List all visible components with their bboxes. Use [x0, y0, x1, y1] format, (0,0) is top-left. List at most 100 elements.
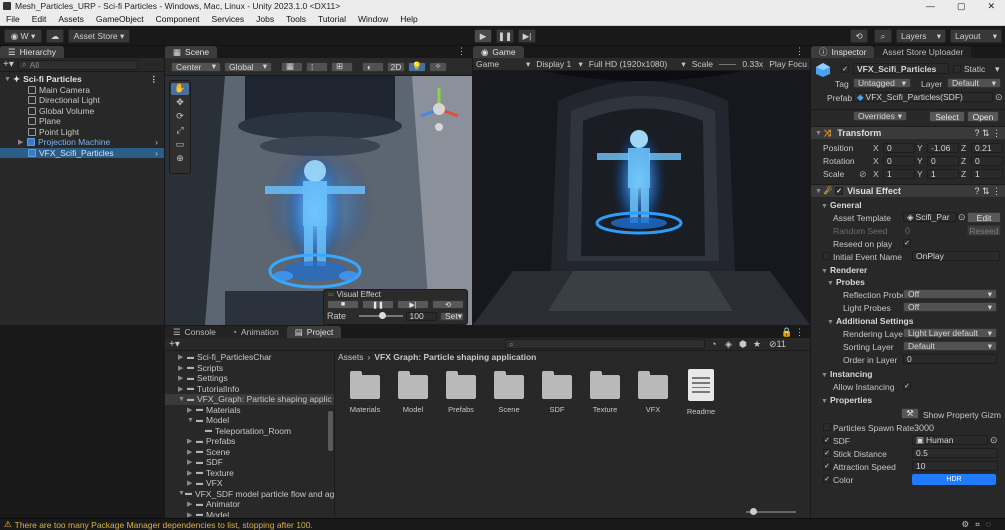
- play-focus-dropdown[interactable]: Play Focu: [769, 59, 807, 69]
- expand-arrow-icon[interactable]: ▼: [178, 490, 185, 497]
- expand-arrow-icon[interactable]: ▶: [178, 374, 187, 382]
- status-message[interactable]: There are too many Package Manager depen…: [15, 520, 313, 530]
- account-button[interactable]: ◉ W ▾: [4, 29, 42, 43]
- project-tree-item[interactable]: ▶ ▬ Settings: [165, 373, 334, 384]
- asset-item[interactable]: VFX: [637, 371, 669, 416]
- transform-header[interactable]: ▼ ⤨ Transform ? ⇅ ⋮: [811, 126, 1005, 139]
- overrides-dropdown[interactable]: Overrides ▾: [853, 111, 907, 121]
- hierarchy-item[interactable]: Global Volume: [0, 106, 164, 117]
- tab-console[interactable]: ☰ Console: [165, 326, 224, 338]
- instancing-foldout[interactable]: ▼ Instancing: [821, 369, 873, 379]
- transform-help-icon[interactable]: ? ⇅ ⋮: [974, 128, 1001, 139]
- expand-arrow-icon[interactable]: ▶: [187, 458, 196, 466]
- minimize-button[interactable]: —: [926, 1, 935, 12]
- vfx-step-button[interactable]: ▶|: [397, 300, 429, 309]
- project-tree-item[interactable]: ▶ ▬ Scene: [165, 447, 334, 458]
- expand-arrow-icon[interactable]: ▶: [178, 353, 187, 361]
- rate-input[interactable]: 100: [405, 311, 437, 321]
- hierarchy-item[interactable]: Plane: [0, 116, 164, 127]
- layout-dropdown[interactable]: Layout ▾: [950, 29, 1002, 43]
- menu-tools[interactable]: Tools: [280, 14, 312, 24]
- game-viewport[interactable]: [473, 71, 810, 325]
- search-by-label-icon[interactable]: ◈: [725, 339, 732, 350]
- icon-size-slider[interactable]: [746, 508, 796, 515]
- menu-services[interactable]: Services: [206, 14, 251, 24]
- menu-window[interactable]: Window: [352, 14, 394, 24]
- spawn-rate-override-checkbox[interactable]: [823, 423, 831, 431]
- properties-foldout[interactable]: ▼ Properties: [821, 395, 872, 405]
- create-asset-button[interactable]: +▾: [169, 339, 180, 350]
- scene-viewport[interactable]: ✋ ✥ ⟳ ⤢ ▭ ⊕ ═ Visual Effect ■ ❚❚ ▶| ⟲ Ra…: [165, 76, 472, 325]
- active-checkbox[interactable]: ✓: [841, 65, 849, 73]
- expand-arrow-icon[interactable]: ▼: [178, 396, 187, 403]
- transform-rotation-z-field[interactable]: 0: [971, 156, 1003, 166]
- rect-tool-icon[interactable]: ▭: [171, 139, 189, 151]
- menu-component[interactable]: Component: [150, 14, 206, 24]
- project-panel-menu-icon[interactable]: 🔒 ⋮: [781, 327, 804, 338]
- object-name-field[interactable]: VFX_Scifi_Particles: [853, 63, 949, 74]
- reseed-on-play-checkbox[interactable]: ✓: [903, 239, 911, 247]
- reflection-probes-dropdown[interactable]: Off ▾: [903, 289, 997, 299]
- visual-effect-help-icon[interactable]: ? ⇅ ⋮: [974, 186, 1001, 197]
- hierarchy-item[interactable]: ▶ Projection Machine ›: [0, 137, 164, 148]
- stick-distance-field[interactable]: 0.5: [912, 448, 998, 458]
- sorting-layer-dropdown[interactable]: Default ▾: [903, 341, 997, 351]
- open-prefab-arrow-icon[interactable]: ›: [155, 148, 158, 158]
- renderer-foldout[interactable]: ▼ Renderer: [821, 265, 867, 275]
- reseed-button[interactable]: Reseed: [967, 225, 1001, 236]
- menu-edit[interactable]: Edit: [26, 14, 53, 24]
- display-dropdown[interactable]: Display 1 ▾: [536, 59, 583, 70]
- visual-effect-enabled-checkbox[interactable]: ✓: [835, 187, 844, 195]
- scene-menu-icon[interactable]: ⋮: [150, 74, 159, 85]
- menu-tutorial[interactable]: Tutorial: [312, 14, 352, 24]
- toggle-2d-button[interactable]: 2D: [387, 61, 405, 72]
- hierarchy-item[interactable]: VFX_Scifi_Particles ›: [0, 147, 164, 158]
- search-icon[interactable]: ⌕: [874, 29, 892, 43]
- tag-dropdown[interactable]: Untagged ▾: [853, 78, 911, 88]
- attraction-speed-override-checkbox[interactable]: ✓: [823, 462, 831, 470]
- prefab-select-button[interactable]: Select: [929, 111, 965, 122]
- project-search-input[interactable]: ⌕: [505, 339, 705, 349]
- asset-item[interactable]: Materials: [349, 371, 381, 416]
- scale-slider[interactable]: [718, 63, 737, 65]
- expand-arrow-icon[interactable]: ▶: [187, 448, 196, 456]
- transform-rotation-y-field[interactable]: 0: [927, 156, 959, 166]
- project-tree-item[interactable]: ▶ ▬ SDF: [165, 457, 334, 468]
- breadcrumb-current[interactable]: VFX Graph: Particle shaping application: [374, 352, 536, 362]
- rotate-tool-icon[interactable]: ⟳: [171, 111, 189, 123]
- project-tree-item[interactable]: ▼ ▬ VFX_Graph: Particle shaping applic: [165, 394, 334, 405]
- transform-scale-y-field[interactable]: 1: [927, 169, 959, 179]
- asset-template-field[interactable]: ◈ Scifi_Par: [903, 212, 957, 222]
- scene-panel-menu-icon[interactable]: ⋮: [457, 46, 466, 58]
- constrain-proportions-icon[interactable]: ⊘: [859, 169, 867, 180]
- layers-dropdown[interactable]: Layers ▾: [896, 29, 946, 43]
- probes-foldout[interactable]: ▼ Probes: [827, 277, 865, 287]
- project-tree-item[interactable]: ▶ ▬ Model: [165, 510, 334, 517]
- close-button[interactable]: ✕: [987, 1, 995, 12]
- hierarchy-item[interactable]: Directional Light: [0, 95, 164, 106]
- expand-arrow-icon[interactable]: ▶: [178, 364, 187, 372]
- expand-arrow-icon[interactable]: ▶: [187, 406, 196, 414]
- hierarchy-search-input[interactable]: ⌕ All: [17, 59, 138, 70]
- scene-root[interactable]: ▼ ✦ Sci-fi Particles ⋮: [0, 74, 164, 85]
- visual-effect-header[interactable]: ▼ ☄ ✓ Visual Effect ? ⇅ ⋮: [811, 184, 1005, 197]
- pivot-dropdown[interactable]: Center ▾: [171, 61, 221, 72]
- transform-position-y-field[interactable]: -1.06: [927, 143, 959, 153]
- color-swatch[interactable]: HDR: [912, 474, 996, 485]
- hierarchy-item[interactable]: Main Camera: [0, 85, 164, 96]
- space-dropdown[interactable]: Global ▾: [224, 61, 272, 72]
- menu-assets[interactable]: Assets: [52, 14, 90, 24]
- expand-arrow-icon[interactable]: ▶: [18, 138, 27, 146]
- tab-animation[interactable]: ◔ Animation: [223, 326, 287, 338]
- status-icons[interactable]: ⚙⌗◌: [962, 519, 997, 530]
- align-button[interactable]: ⊞: [331, 61, 353, 72]
- asset-item[interactable]: Prefabs: [445, 371, 477, 416]
- spawn-rate-value[interactable]: 3000: [914, 423, 934, 433]
- gizmo-tool-icon[interactable]: ⚒: [901, 408, 919, 419]
- move-tool-icon[interactable]: ✥: [171, 97, 189, 109]
- asset-item[interactable]: Texture: [589, 371, 621, 416]
- project-tree-item[interactable]: ▶ ▬ Animator: [165, 499, 334, 510]
- project-tree-item[interactable]: ▼ ▬ Model: [165, 415, 334, 426]
- transform-tool-icon[interactable]: ⊕: [171, 153, 189, 165]
- transform-rotation-x-field[interactable]: 0: [883, 156, 915, 166]
